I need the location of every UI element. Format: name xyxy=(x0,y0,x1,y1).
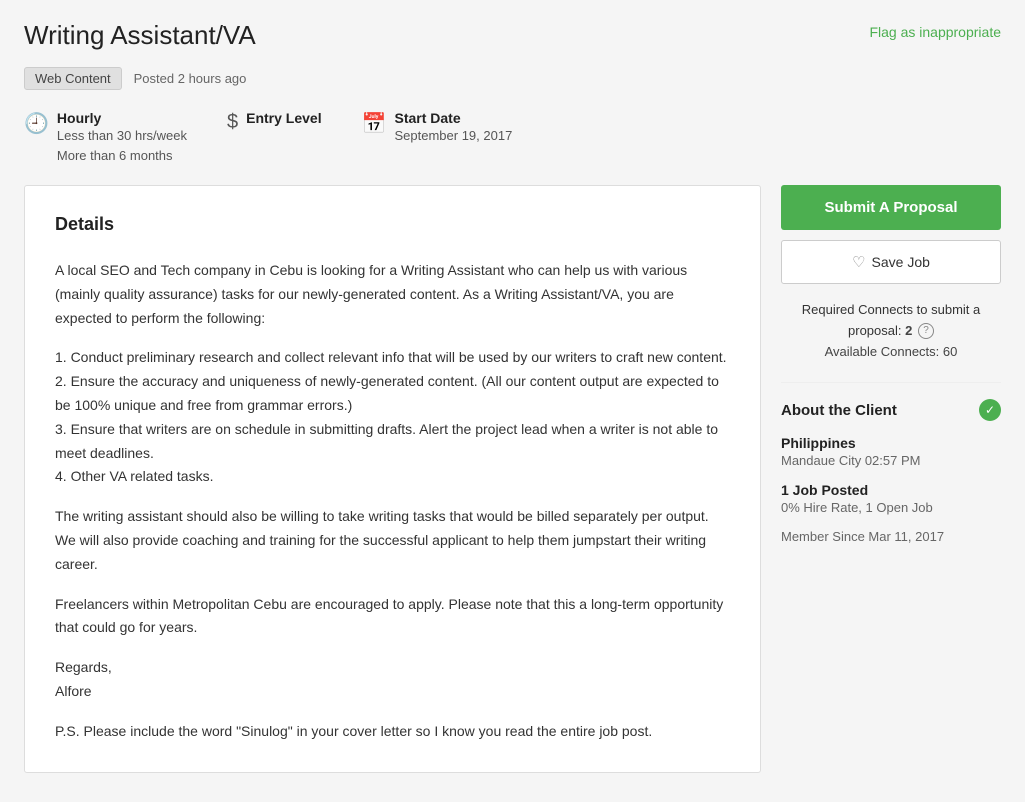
top-bar: Writing Assistant/VA Flag as inappropria… xyxy=(24,20,1001,51)
description-paragraph: A local SEO and Tech company in Cebu is … xyxy=(55,259,730,330)
calendar-icon: 📅 xyxy=(362,111,387,136)
sidebar: Submit A Proposal ♡ Save Job Required Co… xyxy=(781,185,1001,544)
connects-info: Required Connects to submit a proposal: … xyxy=(781,300,1001,362)
jobs-posted-sub: 0% Hire Rate, 1 Open Job xyxy=(781,500,1001,515)
client-header: About the Client ✓ xyxy=(781,399,1001,421)
client-city-time: Mandaue City 02:57 PM xyxy=(781,453,1001,468)
heart-icon: ♡ xyxy=(852,253,865,271)
hourly-sub2: More than 6 months xyxy=(57,146,187,166)
client-section-title: About the Client xyxy=(781,402,897,419)
detail-level: $ Entry Level xyxy=(227,110,322,134)
submit-proposal-button[interactable]: Submit A Proposal xyxy=(781,185,1001,230)
clock-icon: 🕘 xyxy=(24,111,49,136)
meta-bar: Web Content Posted 2 hours ago xyxy=(24,67,1001,90)
save-job-button[interactable]: ♡ Save Job xyxy=(781,240,1001,284)
available-connects-count: 60 xyxy=(943,344,957,359)
available-connects-label: Available Connects: xyxy=(825,344,940,359)
startdate-label: Start Date xyxy=(395,110,513,126)
description-paragraph: P.S. Please include the word "Sinulog" i… xyxy=(55,720,730,744)
flag-inappropriate-link[interactable]: Flag as inappropriate xyxy=(869,20,1001,40)
hourly-sub1: Less than 30 hrs/week xyxy=(57,126,187,146)
job-details-row: 🕘 Hourly Less than 30 hrs/week More than… xyxy=(24,110,1001,165)
connects-count: 2 xyxy=(905,323,912,338)
details-heading: Details xyxy=(55,214,730,235)
job-tag-badge: Web Content xyxy=(24,67,122,90)
posted-time: Posted 2 hours ago xyxy=(134,71,247,86)
save-job-label: Save Job xyxy=(872,254,930,270)
level-label: Entry Level xyxy=(246,110,321,126)
client-section: About the Client ✓ Philippines Mandaue C… xyxy=(781,382,1001,544)
description-paragraph: Regards, Alfore xyxy=(55,656,730,704)
description-paragraph: The writing assistant should also be wil… xyxy=(55,505,730,576)
job-title: Writing Assistant/VA xyxy=(24,20,256,51)
job-description: A local SEO and Tech company in Cebu is … xyxy=(55,259,730,744)
jobs-posted-label: 1 Job Posted xyxy=(781,482,1001,498)
connects-text: Required Connects to submit a proposal: xyxy=(802,302,980,338)
detail-hourly: 🕘 Hourly Less than 30 hrs/week More than… xyxy=(24,110,187,165)
question-icon[interactable]: ? xyxy=(918,323,934,339)
main-content-panel: Details A local SEO and Tech company in … xyxy=(24,185,761,773)
detail-startdate: 📅 Start Date September 19, 2017 xyxy=(362,110,513,146)
description-paragraph: Freelancers within Metropolitan Cebu are… xyxy=(55,593,730,641)
startdate-value: September 19, 2017 xyxy=(395,126,513,146)
verified-icon: ✓ xyxy=(979,399,1001,421)
client-country: Philippines xyxy=(781,435,1001,451)
main-layout: Details A local SEO and Tech company in … xyxy=(24,185,1001,773)
description-paragraph: 1. Conduct preliminary research and coll… xyxy=(55,346,730,489)
dollar-icon: $ xyxy=(227,111,238,134)
member-since: Member Since Mar 11, 2017 xyxy=(781,529,1001,544)
hourly-label: Hourly xyxy=(57,110,187,126)
